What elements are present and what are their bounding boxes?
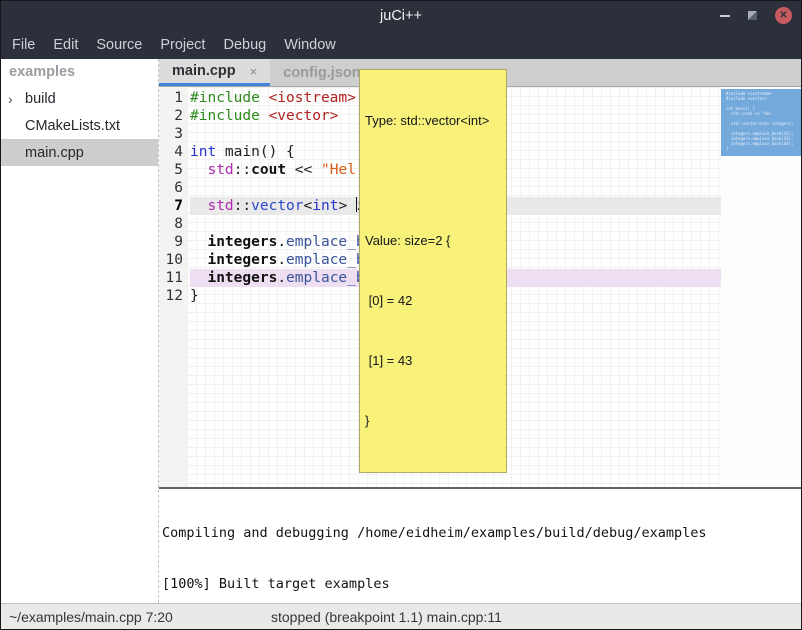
sidebar-item-build[interactable]: › build	[1, 85, 158, 112]
line-number[interactable]: 7	[159, 197, 183, 215]
tooltip-value-line: [1] = 43	[365, 351, 501, 371]
status-bar: ~/examples/main.cpp 7:20 stopped (breakp…	[1, 603, 801, 629]
sidebar-item-label: main.cpp	[25, 145, 84, 161]
line-number[interactable]: 3	[159, 125, 183, 143]
line-number[interactable]: 11	[159, 269, 183, 287]
restore-button[interactable]	[748, 11, 757, 20]
menu-debug[interactable]: Debug	[214, 37, 275, 53]
gutter: 123456789101112	[159, 87, 187, 487]
sidebar-item-maincpp[interactable]: main.cpp	[1, 139, 158, 166]
sidebar-item-label: build	[25, 91, 56, 107]
line-number[interactable]: 10	[159, 251, 183, 269]
line-number[interactable]: 4	[159, 143, 183, 161]
tooltip-type-line: Type: std::vector<int>	[365, 111, 501, 131]
line-number[interactable]: 9	[159, 233, 183, 251]
tooltip-value-line: }	[365, 411, 501, 431]
output-panel[interactable]: Compiling and debugging /home/eidheim/ex…	[159, 487, 801, 603]
line-number[interactable]: 2	[159, 107, 183, 125]
menu-edit[interactable]: Edit	[44, 37, 87, 53]
window-controls: ✕	[720, 1, 792, 30]
menu-file[interactable]: File	[12, 37, 44, 53]
restore-icon	[748, 11, 757, 20]
tooltip-blank-line	[365, 171, 501, 191]
minimize-icon	[720, 15, 730, 17]
minimap-text: #include <iostream>#include <vector>int …	[726, 91, 799, 151]
title-bar[interactable]: juCi++ ✕	[1, 1, 801, 30]
menu-source[interactable]: Source	[87, 37, 151, 53]
status-file-position: ~/examples/main.cpp 7:20	[1, 609, 173, 625]
window-title: juCi++	[380, 8, 422, 24]
menu-window[interactable]: Window	[275, 37, 345, 53]
status-debug-state: stopped (breakpoint 1.1) main.cpp:11	[271, 609, 502, 625]
output-line: [100%] Built target examples	[162, 576, 801, 593]
project-name-header: examples	[1, 59, 158, 85]
line-number[interactable]: 6	[159, 179, 183, 197]
tab-close-icon[interactable]: ×	[250, 64, 258, 79]
line-number[interactable]: 5	[159, 161, 183, 179]
tab-label: main.cpp	[172, 63, 236, 79]
line-number[interactable]: 12	[159, 287, 183, 305]
chevron-right-icon[interactable]: ›	[8, 91, 25, 107]
tooltip-value-line: [0] = 42	[365, 291, 501, 311]
output-line: Compiling and debugging /home/eidheim/ex…	[162, 525, 801, 542]
tab-maincpp[interactable]: main.cpp ×	[159, 59, 270, 86]
minimize-button[interactable]	[720, 15, 730, 17]
menu-project[interactable]: Project	[151, 37, 214, 53]
debug-value-tooltip: Type: std::vector<int> Value: size=2 { […	[359, 69, 507, 473]
line-number[interactable]: 8	[159, 215, 183, 233]
close-button[interactable]: ✕	[775, 7, 792, 24]
sidebar-item-cmakelists[interactable]: CMakeLists.txt	[1, 112, 158, 139]
menu-bar: File Edit Source Project Debug Window	[1, 30, 801, 59]
tooltip-value-line: Value: size=2 {	[365, 231, 501, 251]
line-number[interactable]: 1	[159, 89, 183, 107]
close-icon: ✕	[779, 7, 787, 24]
app-window: juCi++ ✕ File Edit Source Project Debug …	[0, 0, 802, 630]
minimap[interactable]: #include <iostream>#include <vector>int …	[721, 87, 801, 487]
tab-label: config.json	[283, 65, 360, 81]
file-tree-sidebar: examples › build CMakeLists.txt main.cpp	[1, 59, 159, 603]
sidebar-item-label: CMakeLists.txt	[25, 118, 120, 134]
